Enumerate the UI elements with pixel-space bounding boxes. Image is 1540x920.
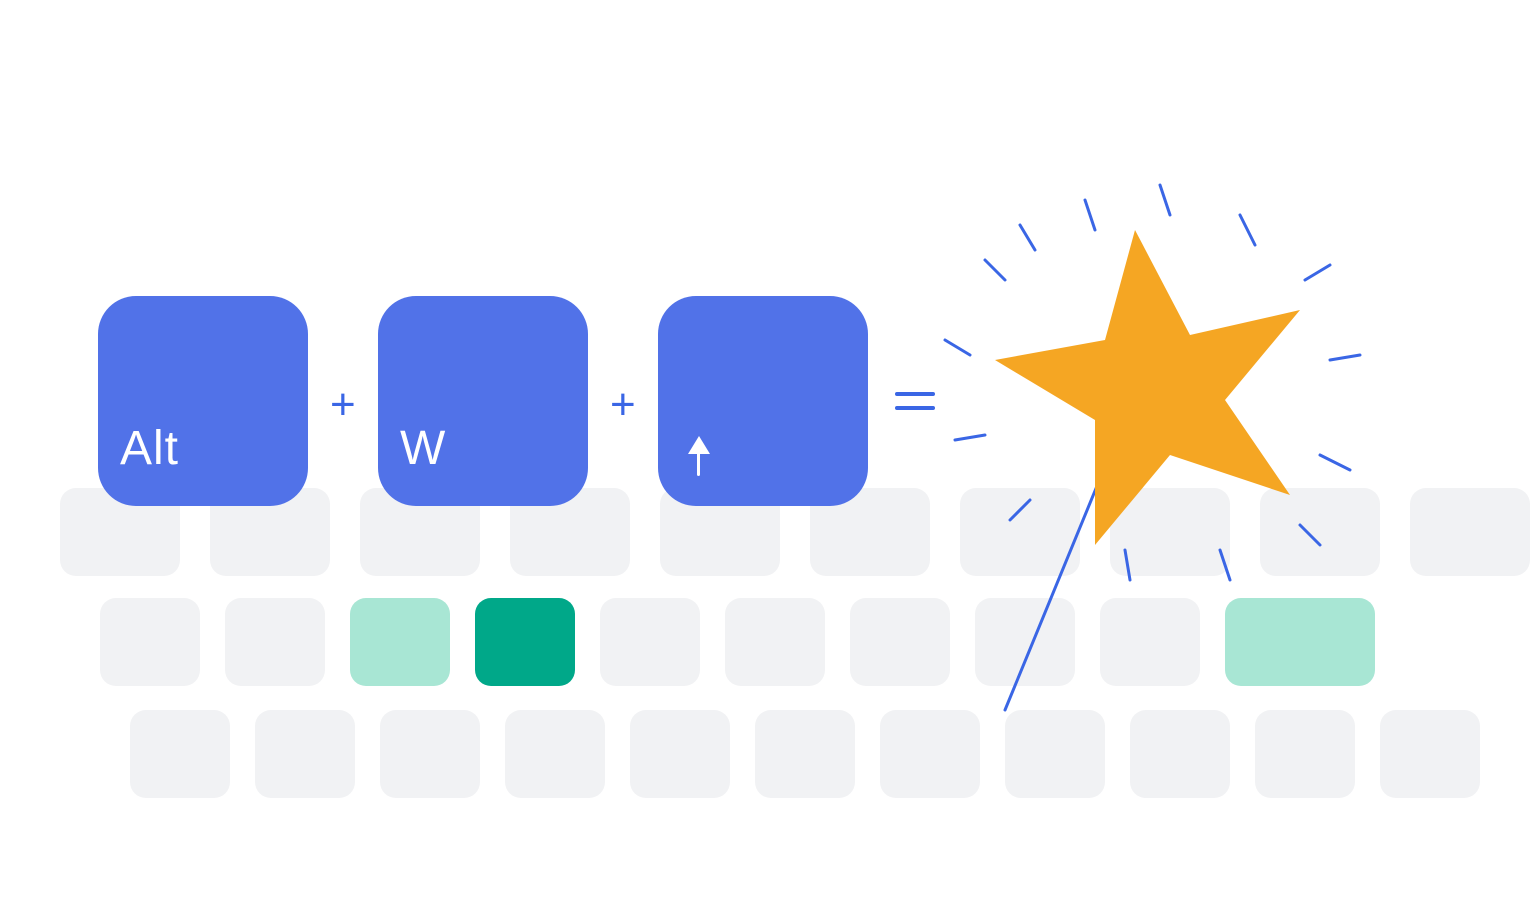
kb-key: [380, 710, 480, 798]
kb-key: [255, 710, 355, 798]
kb-key: [1380, 710, 1480, 798]
kb-key: [1130, 710, 1230, 798]
kb-key: [960, 488, 1080, 576]
kb-key: [1255, 710, 1355, 798]
kb-key: [850, 598, 950, 686]
key-label: Alt: [120, 421, 179, 476]
kb-key: [130, 710, 230, 798]
key-label: W: [400, 421, 446, 476]
plus-operator: +: [330, 380, 356, 430]
kb-key-highlight-light: [1225, 598, 1375, 686]
kb-key: [975, 598, 1075, 686]
kb-key-highlight-light: [350, 598, 450, 686]
kb-key: [755, 710, 855, 798]
kb-key: [1410, 488, 1530, 576]
kb-key: [1110, 488, 1230, 576]
shortcut-key-w: W: [378, 296, 588, 506]
kb-key: [1005, 710, 1105, 798]
kb-key: [100, 598, 200, 686]
shortcut-key-alt: Alt: [98, 296, 308, 506]
kb-key: [630, 710, 730, 798]
kb-key: [225, 598, 325, 686]
kb-key: [880, 710, 980, 798]
kb-key: [725, 598, 825, 686]
diagram-stage: { "shortcut": { "keys": [ { "label": "Al…: [0, 0, 1540, 920]
plus-operator: +: [610, 380, 636, 430]
kb-key: [505, 710, 605, 798]
kb-key-highlight-dark: [475, 598, 575, 686]
kb-key: [1100, 598, 1200, 686]
kb-key: [1260, 488, 1380, 576]
shortcut-key-up: [658, 296, 868, 506]
kb-key: [600, 598, 700, 686]
